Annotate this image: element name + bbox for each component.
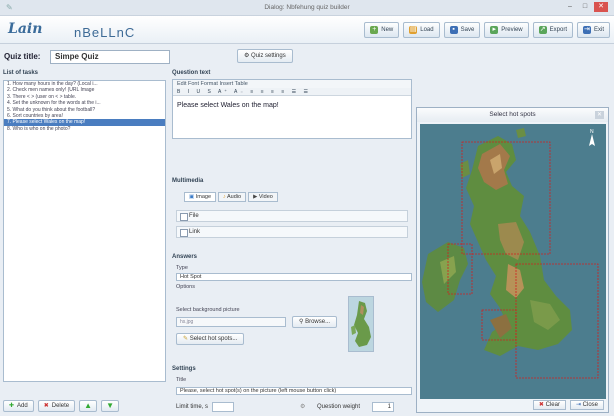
hotspot-map[interactable]: N: [420, 124, 606, 399]
window-controls: – □ ✕: [564, 2, 608, 12]
task-list[interactable]: 1. How many hours in the day? (Local i..…: [3, 80, 166, 382]
folder-icon: ▤: [409, 26, 418, 34]
background-picture-label: Select background picture: [176, 307, 240, 313]
exit-icon: ⇥: [582, 26, 591, 34]
task-item[interactable]: 8. Who is who on the photo?: [4, 126, 165, 132]
task-list-panel: List of tasks 1. How many hours in the d…: [3, 70, 166, 412]
arrow-up-icon: ▲: [84, 401, 93, 410]
preview-button[interactable]: ▸ Preview: [484, 22, 529, 38]
tab-image[interactable]: ▣ Image: [184, 192, 217, 202]
weight-icon: ⚙: [300, 404, 306, 410]
close-icon[interactable]: ✕: [595, 111, 604, 119]
answer-type-select[interactable]: Hot Spot: [176, 273, 412, 281]
type-label: Type: [176, 265, 188, 271]
background-file-input[interactable]: hs.jpg: [176, 317, 286, 327]
question-text-editor[interactable]: Edit Font Format Insert Table B I U S A⁺…: [172, 79, 412, 139]
settings-header: Settings: [172, 366, 196, 372]
quiz-settings-button[interactable]: ⚙ Quiz settings: [237, 49, 293, 63]
task-list-header: List of tasks: [3, 70, 39, 76]
settings-title-input[interactable]: Please, select hot spot(s) on the pictur…: [176, 387, 412, 395]
window-titlebar: ✎ Dialog: Nbfehung quiz builder – □ ✕: [0, 0, 614, 16]
background-thumbnail: [348, 296, 374, 352]
save-button[interactable]: ▪ Save: [443, 22, 481, 38]
svg-text:N: N: [590, 129, 594, 135]
select-hotspots-button[interactable]: ✎ Select hot spots...: [176, 333, 245, 345]
export-icon: ↗: [538, 26, 547, 34]
arrow-down-icon: ▼: [106, 401, 115, 410]
move-down-button[interactable]: ▼: [101, 400, 120, 412]
task-list-buttons: ✚ Add ✖ Delete ▲ ▼: [3, 400, 166, 412]
answers-header: Answers: [172, 254, 198, 260]
limit-time-spinner[interactable]: [212, 402, 234, 412]
gear-icon: ⚙: [244, 53, 252, 59]
question-text[interactable]: Please select Wales on the map!: [173, 96, 411, 115]
clear-button[interactable]: ✖ Clear: [532, 400, 566, 410]
editor-menu[interactable]: Edit Font Format Insert Table: [173, 80, 411, 88]
delete-icon: ✖: [43, 403, 49, 409]
app-header: Lain nBeLLnC + New ▤ Load ▪ Save ▸ Preview ↗…: [0, 16, 614, 44]
exit-button[interactable]: ⇥ Exit: [576, 22, 610, 38]
preview-icon: ▸: [490, 26, 499, 34]
disk-icon: ▪: [449, 26, 458, 34]
question-weight-label: Question weight: [317, 404, 361, 410]
app-logo-word: nBeLLnC: [74, 25, 136, 40]
options-label: Options: [176, 284, 195, 290]
pencil-icon: ✎: [183, 336, 190, 342]
export-button[interactable]: ↗ Export: [532, 22, 573, 38]
add-icon: ✚: [9, 403, 15, 409]
hotspot-dialog-title: Select hot spots: [417, 108, 608, 122]
delete-task-button[interactable]: ✖ Delete: [37, 400, 76, 412]
hotspot-dialog-buttons: ✖ Clear ⇥ Close: [417, 398, 608, 412]
quiz-title-bar: Quiz title: Simpe Quiz ⚙ Quiz settings: [0, 46, 614, 68]
browse-button[interactable]: ⚲ Browse...: [292, 316, 338, 328]
quiz-title-label: Quiz title:: [4, 52, 41, 61]
link-checkbox[interactable]: Link: [176, 226, 408, 238]
settings-title-label: Title: [176, 377, 187, 383]
multimedia-header: Multimedia: [172, 178, 204, 184]
window-title: Dialog: Nbfehung quiz builder: [264, 4, 350, 11]
question-text-header: Question text: [172, 70, 211, 76]
tab-audio[interactable]: ♪ Audio: [218, 192, 247, 202]
close-button[interactable]: ⇥ Close: [569, 400, 604, 410]
image-icon: ▣: [189, 194, 196, 200]
question-editor-panel: Question text Edit Font Format Insert Ta…: [172, 70, 412, 416]
file-checkbox[interactable]: File: [176, 210, 408, 222]
multimedia-tabs: ▣ Image ♪ Audio ▶ Video: [184, 192, 278, 202]
move-up-button[interactable]: ▲: [79, 400, 98, 412]
maximize-icon[interactable]: □: [579, 2, 591, 12]
add-task-button[interactable]: ✚ Add: [3, 400, 34, 412]
close-window-icon[interactable]: ✕: [594, 2, 608, 12]
tab-video[interactable]: ▶ Video: [248, 192, 278, 202]
uk-map-image[interactable]: N: [420, 124, 606, 399]
map-thumbnail-image: [349, 297, 373, 351]
new-button[interactable]: + New: [364, 22, 400, 38]
question-weight-spinner[interactable]: 1: [372, 402, 394, 412]
hotspot-dialog: Select hot spots ✕ N ✖ Clear ⇥ Close: [416, 107, 609, 413]
minimize-icon[interactable]: –: [564, 2, 576, 12]
close-dialog-icon: ⇥: [575, 402, 583, 408]
settings-bottom-row: Limit time, s ⚙ Question weight 1: [172, 402, 412, 414]
main-toolbar: + New ▤ Load ▪ Save ▸ Preview ↗ Export ⇥ Exit: [364, 22, 610, 38]
app-logo: Lain: [8, 21, 43, 37]
load-button[interactable]: ▤ Load: [403, 22, 440, 38]
editor-format-toolbar[interactable]: B I U S A⁺ A₋ ≡ ≡ ≡ ≡ ☰ ☰: [173, 88, 411, 96]
new-icon: +: [370, 26, 379, 34]
clear-icon: ✖: [538, 402, 546, 408]
quiz-title-input[interactable]: Simpe Quiz: [50, 50, 170, 64]
limit-time-label: Limit time, s: [176, 404, 209, 410]
